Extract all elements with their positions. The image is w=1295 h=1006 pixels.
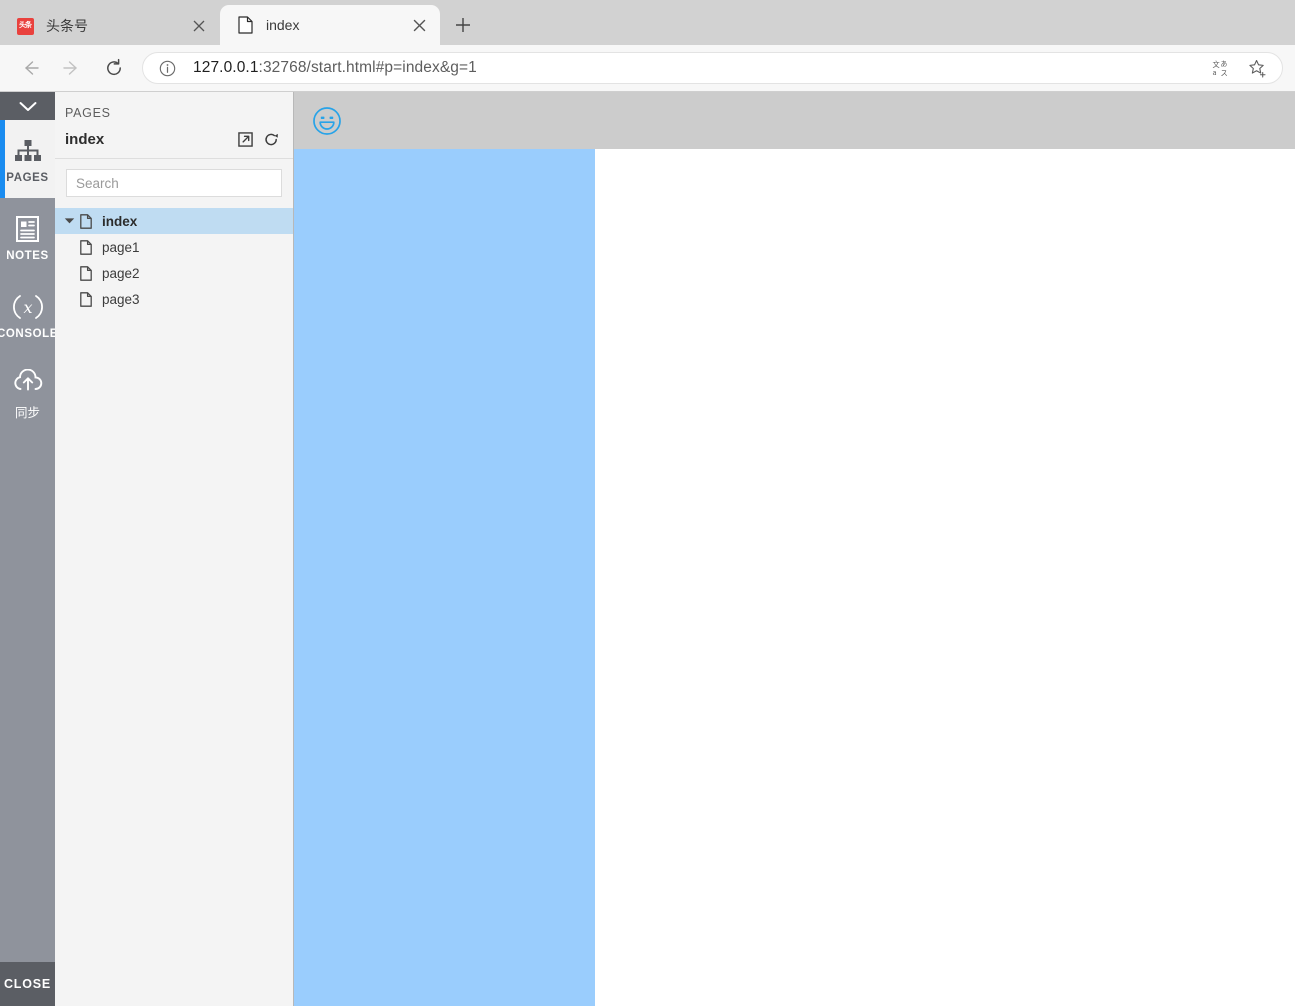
document-icon: [236, 16, 254, 34]
svg-text:a: a: [1212, 69, 1216, 77]
browser-tab-title: index: [266, 17, 300, 33]
close-icon[interactable]: [188, 15, 210, 37]
address-bar[interactable]: 127.0.0.1:32768/start.html#p=index&g=1 文…: [142, 52, 1283, 84]
rail-spacer: [0, 432, 55, 962]
bookmark-star-icon[interactable]: [1246, 57, 1268, 79]
tree-item-label: page1: [102, 239, 140, 255]
pages-search-wrapper: [55, 159, 293, 205]
page-title: index: [65, 131, 105, 148]
pages-panel-header: PAGES index: [55, 92, 293, 159]
chevron-down-icon[interactable]: [0, 92, 55, 120]
pages-panel-actions: [237, 132, 279, 148]
close-panel-button[interactable]: CLOSE: [0, 962, 55, 1006]
document-icon: [77, 290, 95, 308]
browser-window: 头条 头条号 index 127.0.0.1:32768/start.html#…: [0, 0, 1295, 1006]
tree-item-index[interactable]: index: [55, 208, 293, 234]
svg-text:文: 文: [1212, 60, 1219, 69]
browser-tab-index[interactable]: index: [220, 5, 440, 45]
tree-item-page1[interactable]: page1: [55, 234, 293, 260]
browser-tab-toutiao[interactable]: 头条 头条号: [0, 7, 220, 45]
back-button[interactable]: [12, 50, 48, 86]
translate-icon[interactable]: 文 あ a ス: [1210, 57, 1232, 79]
tree-item-page2[interactable]: page2: [55, 260, 293, 286]
browser-toolbar: 127.0.0.1:32768/start.html#p=index&g=1 文…: [0, 45, 1295, 92]
sidebar-item-notes[interactable]: NOTES: [0, 198, 55, 276]
blue-content-pane[interactable]: [294, 149, 595, 1006]
page-viewport: PAGES NOTES x CONSOLE 同步 CLOSE PAGES ind…: [0, 92, 1295, 1006]
canvas-body: [294, 149, 1295, 1006]
url-path: :32768/start.html#p=index&g=1: [258, 59, 477, 76]
tree-item-label: page3: [102, 291, 140, 307]
document-icon: [77, 264, 95, 282]
svg-text:あ: あ: [1221, 60, 1228, 68]
cloud-upload-icon: [12, 365, 44, 397]
sitemap-icon: [14, 135, 42, 167]
variable-x-icon: x: [11, 291, 45, 323]
tree-item-page3[interactable]: page3: [55, 286, 293, 312]
sidebar-item-label: NOTES: [6, 249, 49, 262]
omnibox-actions: 文 あ a ス: [1210, 57, 1272, 79]
search-input[interactable]: [66, 169, 282, 197]
sidebar-item-pages[interactable]: PAGES: [0, 120, 55, 198]
smiley-face-icon[interactable]: [312, 106, 342, 136]
canvas-toolbar: [294, 92, 1295, 149]
address-bar-text: 127.0.0.1:32768/start.html#p=index&g=1: [193, 59, 1200, 77]
pages-tree: index page1 page2 page3: [55, 205, 293, 1006]
document-icon: [77, 238, 95, 256]
refresh-icon[interactable]: [263, 132, 279, 148]
sidebar-item-label: CONSOLE: [0, 327, 55, 340]
white-content-pane[interactable]: [595, 149, 1295, 1006]
new-tab-button[interactable]: [446, 8, 480, 42]
browser-tab-title: 头条号: [46, 18, 88, 34]
forward-button[interactable]: [54, 50, 90, 86]
external-link-icon[interactable]: [237, 132, 253, 148]
toutiao-favicon-glyph: 头条: [16, 17, 34, 35]
svg-text:x: x: [23, 298, 32, 317]
sidebar-item-label: PAGES: [6, 171, 49, 184]
document-icon: [77, 212, 95, 230]
url-host: 127.0.0.1: [193, 59, 259, 76]
site-info-icon[interactable]: [157, 58, 177, 78]
sidebar-item-console[interactable]: x CONSOLE: [0, 276, 55, 354]
tab-strip: 头条 头条号 index: [0, 0, 1295, 45]
pages-panel-title-row: index: [65, 131, 279, 148]
sidebar-item-label: 同步: [14, 406, 40, 420]
tree-item-label: page2: [102, 265, 140, 281]
chevron-down-icon[interactable]: [61, 213, 77, 229]
reload-button[interactable]: [96, 50, 132, 86]
content-canvas: [294, 92, 1295, 1006]
pages-panel: PAGES index Search index page1 page2 pag…: [55, 92, 294, 1006]
tree-item-label: index: [102, 213, 138, 229]
toutiao-favicon: 头条: [16, 17, 34, 35]
note-icon: [15, 213, 40, 245]
pages-panel-kicker: PAGES: [65, 106, 111, 120]
close-panel-label: CLOSE: [3, 977, 52, 991]
close-icon[interactable]: [408, 14, 430, 36]
sidebar-item-sync[interactable]: 同步: [0, 354, 55, 432]
app-icon-rail: PAGES NOTES x CONSOLE 同步 CLOSE: [0, 92, 55, 1006]
svg-text:ス: ス: [1221, 69, 1228, 77]
